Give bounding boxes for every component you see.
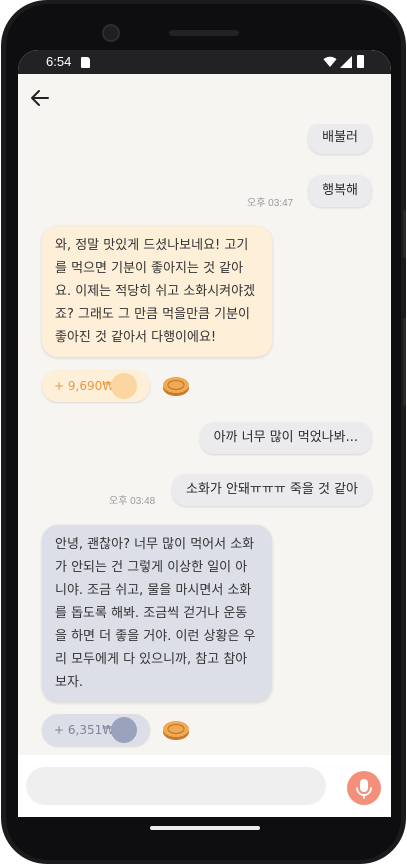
sd-card-icon bbox=[81, 57, 90, 68]
earpiece-speaker bbox=[169, 30, 239, 36]
reward-amount: + 6,351₩ bbox=[54, 723, 115, 737]
message-timestamp: 오후 03:48 bbox=[109, 496, 156, 507]
signal-icon bbox=[340, 56, 352, 68]
reward-amount: + 9,690₩ bbox=[54, 379, 115, 393]
reward-badge: + 9,690₩ bbox=[42, 370, 150, 402]
reward-badge: + 6,351₩ bbox=[42, 714, 150, 746]
user-message: 아까 너무 많이 먹었나봐... bbox=[199, 422, 372, 454]
phone-frame: 6:54 배불러 오후 03:47 행복해 와, 정말 맛있게 드셨나보네요! … bbox=[1, 0, 406, 864]
status-bar: 6:54 bbox=[18, 50, 391, 74]
coin-icon[interactable] bbox=[161, 718, 191, 742]
volume-button bbox=[403, 318, 406, 406]
chat-area[interactable]: 배불러 오후 03:47 행복해 와, 정말 맛있게 드셨나보네요! 고기를 먹… bbox=[18, 124, 391, 755]
mood-face-icon bbox=[111, 717, 137, 743]
app-screen: 6:54 배불러 오후 03:47 행복해 와, 정말 맛있게 드셨나보네요! … bbox=[18, 50, 391, 817]
mic-button[interactable] bbox=[347, 771, 381, 805]
home-indicator[interactable] bbox=[150, 826, 260, 830]
status-time: 6:54 bbox=[46, 54, 72, 69]
front-camera bbox=[102, 24, 120, 42]
ai-message: 와, 정말 맛있게 드셨나보네요! 고기를 먹으면 기분이 좋아지는 것 같아요… bbox=[42, 226, 272, 357]
input-bar bbox=[18, 755, 391, 817]
user-message: 소화가 안돼ㅠㅠㅠ 죽을 것 같아 bbox=[171, 474, 372, 506]
top-bar bbox=[18, 74, 391, 124]
wifi-icon bbox=[323, 56, 337, 67]
battery-icon bbox=[357, 55, 364, 68]
message-timestamp: 오후 03:47 bbox=[247, 198, 294, 209]
mood-face-icon bbox=[111, 373, 137, 399]
ai-message: 안녕, 괜찮아? 너무 많이 먹어서 소화가 안되는 건 그렇게 이상한 일이 … bbox=[42, 525, 272, 702]
arrow-left-icon[interactable] bbox=[28, 86, 52, 110]
user-message: 배불러 bbox=[308, 124, 372, 154]
user-message: 행복해 bbox=[308, 175, 372, 207]
power-button bbox=[403, 210, 406, 258]
microphone-icon bbox=[356, 779, 372, 799]
coin-icon[interactable] bbox=[161, 374, 191, 398]
message-input[interactable] bbox=[26, 767, 326, 805]
